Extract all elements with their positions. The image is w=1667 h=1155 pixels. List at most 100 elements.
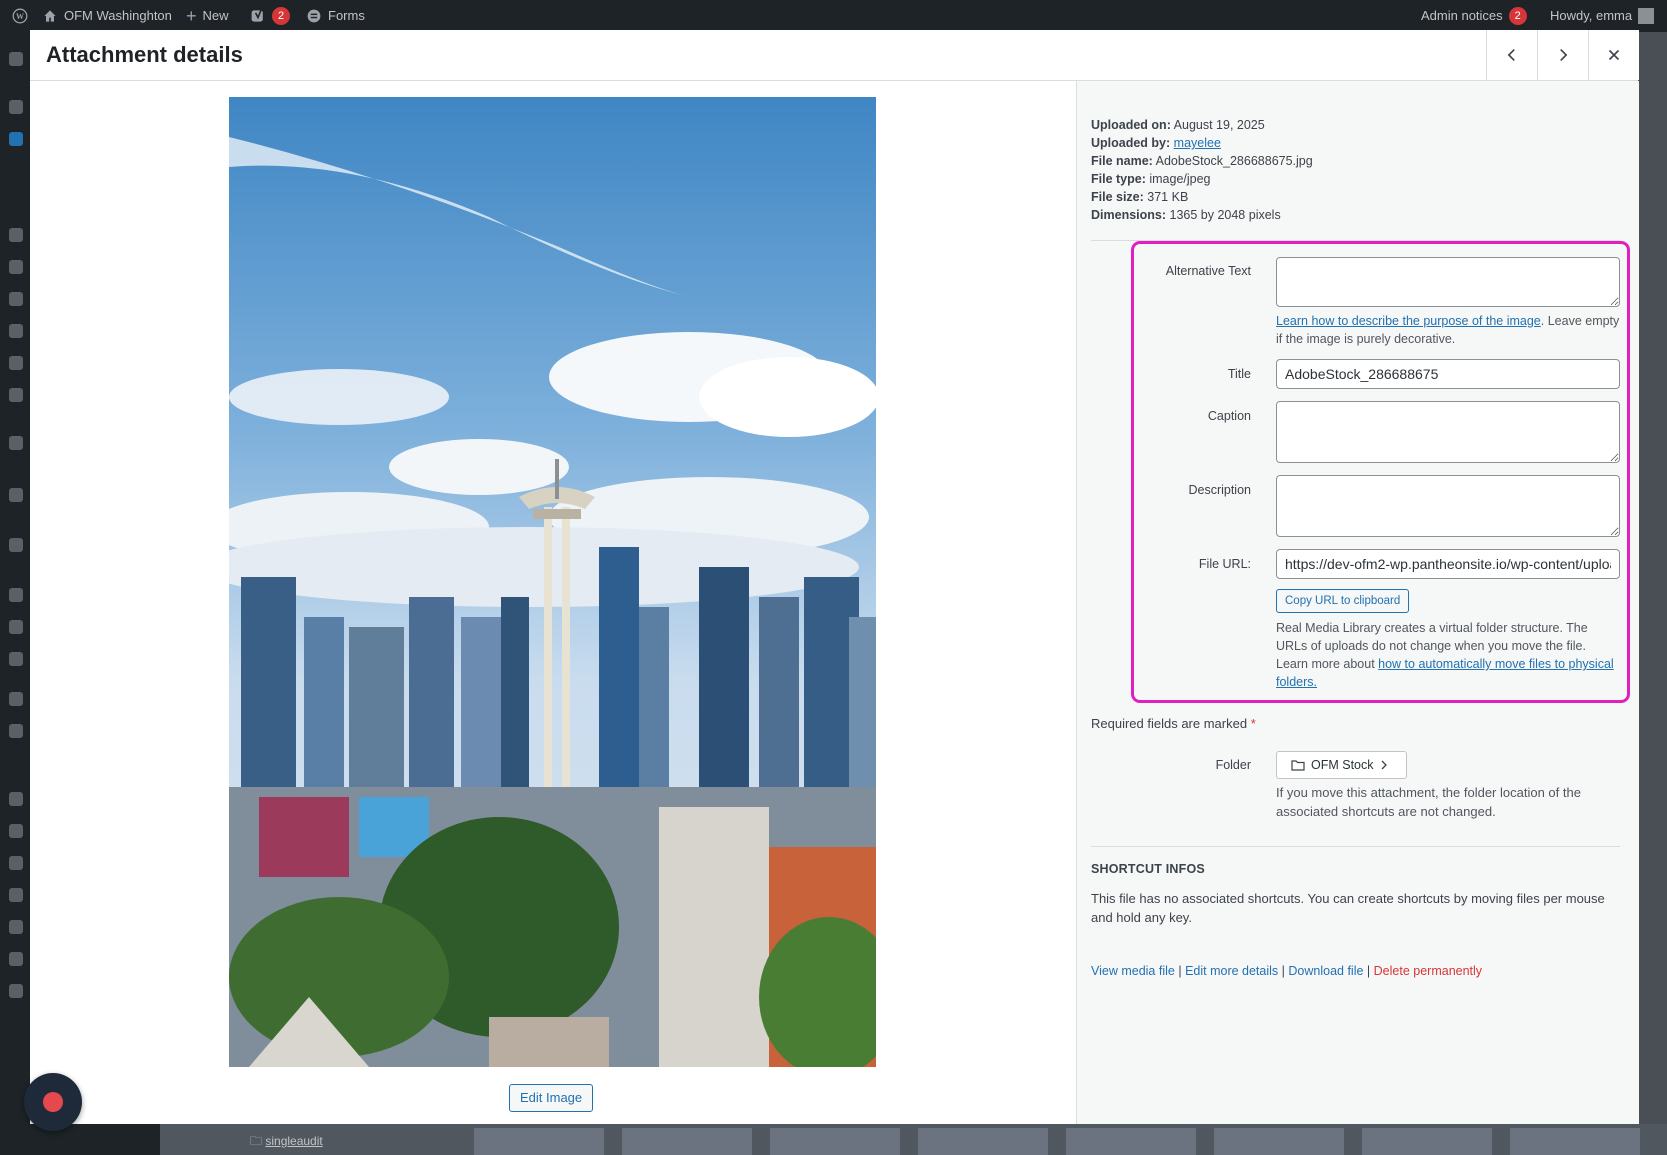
database-icon[interactable] <box>9 792 23 806</box>
file-name-label: File name: <box>1091 154 1153 168</box>
forms-label: Forms <box>328 8 365 23</box>
uploaded-on-label: Uploaded on: <box>1091 118 1171 132</box>
media-thumbnail[interactable] <box>622 1128 752 1155</box>
caption-label: Caption <box>1207 409 1251 423</box>
media-thumbnail[interactable] <box>918 1128 1048 1155</box>
record-button[interactable] <box>24 1073 82 1131</box>
download-file-link[interactable]: Download file <box>1288 964 1363 978</box>
file-type-value: image/jpeg <box>1149 172 1211 186</box>
pages-icon[interactable] <box>9 260 23 274</box>
previous-button[interactable] <box>1486 30 1537 80</box>
dimensions-label: Dimensions: <box>1091 208 1167 222</box>
file-type-row: File type: image/jpeg <box>1091 170 1313 188</box>
description-label: Description <box>1188 483 1251 497</box>
title-field[interactable] <box>1276 359 1620 389</box>
file-url-field[interactable] <box>1276 549 1620 579</box>
file-size-value: 371 KB <box>1147 190 1189 204</box>
database-icon[interactable] <box>9 652 23 666</box>
page-backdrop-right <box>1638 32 1667 1155</box>
chevron-right-icon <box>1560 49 1568 61</box>
account-menu[interactable]: Howdy, emma <box>1550 0 1655 32</box>
required-note: Required fields are marked * <box>1091 714 1256 733</box>
title-label: Title <box>1227 367 1251 381</box>
modal-title: Attachment details <box>46 42 243 67</box>
caption-field[interactable] <box>1276 401 1620 463</box>
edit-image-button[interactable]: Edit Image <box>509 1084 594 1112</box>
divider <box>1091 846 1620 847</box>
required-marker: * <box>1250 716 1256 731</box>
folder-label: Folder <box>1215 758 1251 772</box>
alt-text-help-link[interactable]: Learn how to describe the purpose of the… <box>1276 314 1541 328</box>
admin-notices-badge: 2 <box>1508 7 1527 25</box>
chevron-left-icon <box>1507 49 1515 61</box>
database-icon[interactable] <box>9 588 23 602</box>
action-separator: | <box>1366 964 1371 978</box>
database-icon[interactable] <box>9 388 23 402</box>
media-thumbnail[interactable] <box>770 1128 900 1155</box>
database-icon[interactable] <box>9 824 23 838</box>
attachment-actions: View media file | Edit more details | Do… <box>1091 964 1482 978</box>
posts-icon[interactable] <box>9 100 23 114</box>
users-icon[interactable] <box>9 920 23 934</box>
file-size-row: File size: 371 KB <box>1091 188 1313 206</box>
plus-icon: + <box>186 6 197 26</box>
dimensions-row: Dimensions: 1365 by 2048 pixels <box>1091 206 1313 224</box>
new-label: New <box>202 8 229 23</box>
media-thumbnail[interactable] <box>474 1128 604 1155</box>
file-name-row: File name: AdobeStock_286688675.jpg <box>1091 152 1313 170</box>
description-field[interactable] <box>1276 475 1620 537</box>
image-preview-pane: Edit Image <box>30 81 1076 1124</box>
comments-icon[interactable] <box>9 228 23 242</box>
media-thumbnail[interactable] <box>1066 1128 1196 1155</box>
admin-bar: W OFM Washinghton + New 2 Forms Admin no… <box>0 0 1667 32</box>
database-icon[interactable] <box>9 488 23 502</box>
alt-text-field[interactable] <box>1276 257 1620 307</box>
avatar <box>1638 8 1655 24</box>
media-thumbnail[interactable] <box>1362 1128 1492 1155</box>
database-icon[interactable] <box>9 538 23 552</box>
database-icon[interactable] <box>9 620 23 634</box>
attachment-image <box>229 97 876 1067</box>
tools-icon[interactable] <box>9 356 23 370</box>
yoast-count-badge: 2 <box>272 7 290 25</box>
plugins-icon[interactable] <box>9 856 23 870</box>
howdy-label: Howdy, emma <box>1550 8 1633 23</box>
database-icon[interactable] <box>9 436 23 450</box>
widgets-icon[interactable] <box>9 984 23 998</box>
users-group-icon[interactable] <box>9 324 23 338</box>
media-icon[interactable] <box>9 132 23 146</box>
media-thumbnail[interactable] <box>1214 1128 1344 1155</box>
folder-icon <box>1291 760 1305 771</box>
alt-text-label: Alternative Text <box>1165 264 1251 278</box>
keyboard-icon[interactable] <box>9 888 23 902</box>
admin-notices-label: Admin notices <box>1421 8 1503 23</box>
calendar-icon[interactable] <box>9 292 23 306</box>
forms-menu[interactable]: Forms <box>306 0 365 32</box>
edit-more-details-link[interactable]: Edit more details <box>1185 964 1278 978</box>
delete-permanently-link[interactable]: Delete permanently <box>1374 964 1482 978</box>
appearance-icon[interactable] <box>9 692 23 706</box>
folder-selector[interactable]: OFM Stock <box>1276 751 1407 779</box>
settings-icon[interactable] <box>9 952 23 966</box>
uploaded-on-row: Uploaded on: August 19, 2025 <box>1091 116 1313 134</box>
media-thumbnail[interactable] <box>1510 1128 1640 1155</box>
site-name-link[interactable]: OFM Washinghton <box>42 0 172 32</box>
folder-icon: 🗀 <box>250 1134 263 1148</box>
required-note-text: Required fields are marked <box>1091 716 1248 731</box>
copy-url-button[interactable]: Copy URL to clipboard <box>1276 589 1410 613</box>
dashboard-icon[interactable] <box>9 52 23 66</box>
shortcut-infos-text: This file has no associated shortcuts. Y… <box>1091 891 1605 925</box>
admin-notices-menu[interactable]: Admin notices 2 <box>1421 0 1527 32</box>
yoast-menu[interactable]: 2 <box>250 0 290 32</box>
new-content-link[interactable]: + New <box>186 0 229 32</box>
uploader-link[interactable]: mayelee <box>1174 136 1221 150</box>
next-button[interactable] <box>1537 30 1588 80</box>
view-media-file-link[interactable]: View media file <box>1091 964 1175 978</box>
close-button[interactable] <box>1588 30 1639 80</box>
database-icon[interactable] <box>9 724 23 738</box>
wordpress-logo-icon[interactable]: W <box>12 0 28 32</box>
file-meta: Uploaded on: August 19, 2025 Uploaded by… <box>1091 116 1313 224</box>
admin-sidebar <box>0 32 30 1155</box>
folder-value: OFM Stock <box>1311 758 1374 772</box>
folder-tree-item[interactable]: 🗀 singleaudit <box>250 1132 323 1153</box>
